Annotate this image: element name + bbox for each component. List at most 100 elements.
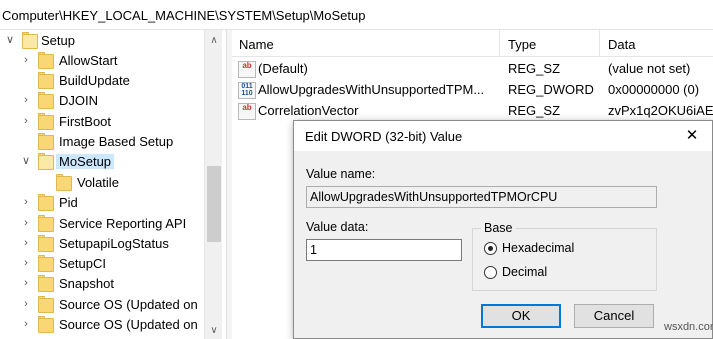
- tree-item-setup[interactable]: ∨ Setup: [0, 31, 204, 51]
- tree-item-djoin[interactable]: › DJOIN: [0, 91, 204, 111]
- expand-arrow-icon[interactable]: ›: [20, 276, 32, 290]
- base-groupbox: Base Hexadecimal Decimal: [472, 221, 657, 291]
- edit-dword-dialog: Edit DWORD (32-bit) Value ✕ Value name: …: [293, 120, 713, 339]
- expand-arrow-icon[interactable]: ›: [20, 317, 32, 331]
- tree-item-label: SetupCI: [59, 256, 106, 271]
- tree-item-volatile[interactable]: Volatile: [0, 173, 204, 193]
- scroll-up-arrow-icon[interactable]: ∧: [205, 32, 223, 49]
- folder-icon: [38, 113, 54, 130]
- folder-icon: [38, 316, 54, 333]
- folder-icon: [38, 255, 54, 272]
- tree-scrollbar[interactable]: ∧ ∨: [204, 30, 222, 339]
- tree-item-snapshot[interactable]: › Snapshot: [0, 274, 204, 294]
- tree-item-label: Image Based Setup: [59, 134, 174, 149]
- tree-item-label: Pid: [59, 195, 78, 210]
- expand-arrow-icon[interactable]: ›: [20, 195, 32, 209]
- hexadecimal-label[interactable]: Hexadecimal: [502, 241, 574, 255]
- tree-item-label: DJOIN: [59, 93, 98, 108]
- collapse-arrow-icon[interactable]: ∨: [4, 33, 16, 47]
- value-name: CorrelationVector: [258, 103, 359, 118]
- list-item-default[interactable]: ab (Default) REG_SZ (value not set): [232, 59, 713, 80]
- ok-button[interactable]: OK: [481, 304, 561, 328]
- expand-arrow-icon[interactable]: ›: [20, 114, 32, 128]
- column-divider[interactable]: [599, 30, 600, 57]
- tree-item-allowstart[interactable]: › AllowStart: [0, 51, 204, 71]
- expand-arrow-icon[interactable]: ›: [20, 297, 32, 311]
- folder-icon: [38, 92, 54, 109]
- value-name: AllowUpgradesWithUnsupportedTPM...: [258, 82, 485, 97]
- tree-item-mosetup[interactable]: ∨ MoSetup: [0, 152, 204, 172]
- tree-item-label: Setup: [41, 33, 75, 48]
- tree-item-source-os[interactable]: › Source OS (Updated on: [0, 315, 204, 335]
- column-header-data[interactable]: Data: [608, 37, 635, 52]
- tree-item-label: Service Reporting API: [59, 216, 187, 231]
- expand-arrow-icon[interactable]: ›: [20, 216, 32, 230]
- scroll-down-arrow-icon[interactable]: ∨: [205, 322, 223, 339]
- tree-item-label: BuildUpdate: [59, 73, 130, 88]
- tree-item-label: Volatile: [77, 175, 119, 190]
- value-data-label: Value data:: [306, 220, 369, 234]
- folder-open-icon: [38, 153, 54, 170]
- list-header: Name Type Data: [232, 30, 713, 57]
- folder-icon: [38, 72, 54, 89]
- tree-item-label: AllowStart: [59, 53, 118, 68]
- folder-open-icon: [22, 32, 38, 49]
- string-value-icon: ab: [238, 61, 256, 78]
- tree-item-setupci[interactable]: › SetupCI: [0, 254, 204, 274]
- tree-item-label: MoSetup: [56, 154, 115, 169]
- cancel-button[interactable]: Cancel: [574, 304, 654, 328]
- value-data: (value not set): [608, 61, 691, 76]
- column-header-name[interactable]: Name: [239, 37, 274, 52]
- value-name-label: Value name:: [306, 167, 376, 181]
- tree-item-label: SetupapiLogStatus: [59, 236, 169, 251]
- list-item-allowupgrades[interactable]: 011 110 AllowUpgradesWithUnsupportedTPM..…: [232, 80, 713, 101]
- value-name-field[interactable]: AllowUpgradesWithUnsupportedTPMOrCPU: [306, 186, 657, 208]
- tree-item-source-os[interactable]: › Source OS (Updated on: [0, 295, 204, 315]
- collapse-arrow-icon[interactable]: ∨: [20, 154, 32, 168]
- value-data-field[interactable]: 1: [306, 239, 462, 261]
- folder-icon: [38, 296, 54, 313]
- decimal-radio[interactable]: [484, 266, 497, 279]
- list-item-correlationvector[interactable]: ab CorrelationVector REG_SZ zvPx1q2OKU6i…: [232, 101, 713, 122]
- column-divider[interactable]: [499, 30, 500, 57]
- binary-value-icon: 011 110: [238, 82, 256, 99]
- expand-arrow-icon[interactable]: ›: [20, 256, 32, 270]
- folder-icon: [38, 133, 54, 150]
- expand-arrow-icon[interactable]: ›: [20, 53, 32, 67]
- folder-icon: [38, 194, 54, 211]
- close-icon[interactable]: ✕: [672, 121, 712, 151]
- tree-item-setupapilogstatus[interactable]: › SetupapiLogStatus: [0, 234, 204, 254]
- dialog-title: Edit DWORD (32-bit) Value: [305, 129, 463, 144]
- folder-icon: [38, 235, 54, 252]
- tree-item-firstboot[interactable]: › FirstBoot: [0, 112, 204, 132]
- value-type: REG_DWORD: [508, 82, 594, 97]
- tree-item-image-based-setup[interactable]: Image Based Setup: [0, 132, 204, 152]
- tree-item-service-reporting-api[interactable]: › Service Reporting API: [0, 214, 204, 234]
- address-path[interactable]: Computer\HKEY_LOCAL_MACHINE\SYSTEM\Setup…: [2, 8, 365, 23]
- expand-arrow-icon[interactable]: ›: [20, 93, 32, 107]
- folder-icon: [38, 52, 54, 69]
- watermark: wsxdn.com: [664, 321, 713, 333]
- hexadecimal-radio[interactable]: [484, 242, 497, 255]
- decimal-label[interactable]: Decimal: [502, 265, 547, 279]
- folder-icon: [56, 174, 72, 191]
- value-data: 0x00000000 (0): [608, 82, 700, 97]
- dialog-title-bar[interactable]: Edit DWORD (32-bit) Value ✕: [294, 121, 712, 151]
- folder-icon: [38, 275, 54, 292]
- value-type: REG_SZ: [508, 103, 561, 118]
- string-value-icon: ab: [238, 103, 256, 120]
- base-label: Base: [481, 221, 516, 235]
- tree-item-pid[interactable]: › Pid: [0, 193, 204, 213]
- value-data: zvPx1q2OKU6iAE: [608, 103, 713, 118]
- tree-item-label: Snapshot: [59, 276, 114, 291]
- scrollbar-thumb[interactable]: [207, 166, 221, 242]
- tree-item-buildupdate[interactable]: BuildUpdate: [0, 71, 204, 91]
- value-type: REG_SZ: [508, 61, 561, 76]
- registry-key-tree: ∨ Setup › AllowStart BuildUpdate › DJOIN…: [0, 30, 226, 339]
- column-header-type[interactable]: Type: [508, 37, 536, 52]
- tree-item-label: Source OS (Updated on: [59, 317, 198, 332]
- expand-arrow-icon[interactable]: ›: [20, 236, 32, 250]
- address-bar[interactable]: Computer\HKEY_LOCAL_MACHINE\SYSTEM\Setup…: [0, 0, 713, 30]
- tree-item-label: FirstBoot: [59, 114, 112, 129]
- value-name: (Default): [258, 61, 308, 76]
